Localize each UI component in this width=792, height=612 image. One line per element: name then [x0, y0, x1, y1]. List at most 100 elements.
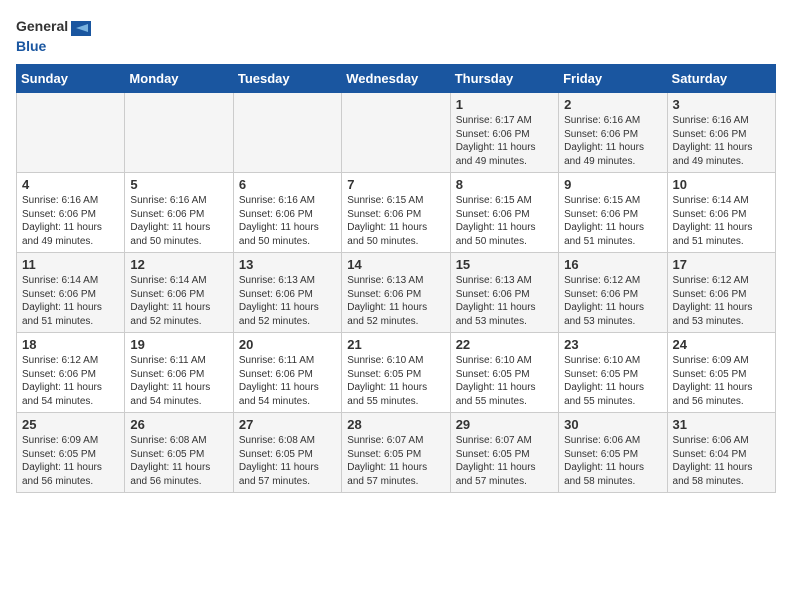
- logo-icon: General Blue: [16, 16, 96, 56]
- day-header-tuesday: Tuesday: [233, 65, 341, 93]
- day-number: 7: [347, 177, 444, 192]
- cell-info: Sunrise: 6:09 AM Sunset: 6:05 PM Dayligh…: [673, 354, 770, 408]
- day-number: 15: [456, 257, 553, 272]
- day-number: 27: [239, 417, 336, 432]
- svg-text:General: General: [16, 18, 68, 34]
- day-header-wednesday: Wednesday: [342, 65, 450, 93]
- calendar-week-2: 4 Sunrise: 6:16 AM Sunset: 6:06 PM Daylig…: [17, 173, 776, 253]
- calendar-header-row: SundayMondayTuesdayWednesdayThursdayFrid…: [17, 65, 776, 93]
- day-number: 18: [22, 337, 119, 352]
- calendar-cell: 9 Sunrise: 6:15 AM Sunset: 6:06 PM Daylig…: [559, 173, 667, 253]
- day-number: 9: [564, 177, 661, 192]
- day-number: 31: [673, 417, 770, 432]
- calendar-cell: 29 Sunrise: 6:07 AM Sunset: 6:05 PM Dayli…: [450, 413, 558, 493]
- cell-info: Sunrise: 6:11 AM Sunset: 6:06 PM Dayligh…: [239, 354, 336, 408]
- day-number: 21: [347, 337, 444, 352]
- page-header: General Blue: [16, 16, 776, 56]
- calendar-cell: 12 Sunrise: 6:14 AM Sunset: 6:06 PM Dayli…: [125, 253, 233, 333]
- calendar-cell: 20 Sunrise: 6:11 AM Sunset: 6:06 PM Dayli…: [233, 333, 341, 413]
- calendar-cell: 23 Sunrise: 6:10 AM Sunset: 6:05 PM Dayli…: [559, 333, 667, 413]
- day-number: 24: [673, 337, 770, 352]
- day-header-friday: Friday: [559, 65, 667, 93]
- day-number: 26: [130, 417, 227, 432]
- cell-info: Sunrise: 6:16 AM Sunset: 6:06 PM Dayligh…: [564, 114, 661, 168]
- cell-info: Sunrise: 6:13 AM Sunset: 6:06 PM Dayligh…: [456, 274, 553, 328]
- day-number: 12: [130, 257, 227, 272]
- calendar-cell: 27Sunrise: 6:08 AM Sunset: 6:05 PM Dayli…: [233, 413, 341, 493]
- cell-info: Sunrise: 6:07 AM Sunset: 6:05 PM Dayligh…: [456, 434, 553, 488]
- calendar-cell: 18 Sunrise: 6:12 AM Sunset: 6:06 PM Dayli…: [17, 333, 125, 413]
- calendar-cell: 10 Sunrise: 6:14 AM Sunset: 6:06 PM Dayli…: [667, 173, 775, 253]
- cell-info: Sunrise: 6:14 AM Sunset: 6:06 PM Dayligh…: [673, 194, 770, 248]
- day-number: 8: [456, 177, 553, 192]
- calendar-table: SundayMondayTuesdayWednesdayThursdayFrid…: [16, 64, 776, 493]
- cell-info: Sunrise: 6:11 AM Sunset: 6:06 PM Dayligh…: [130, 354, 227, 408]
- cell-info: Sunrise: 6:12 AM Sunset: 6:06 PM Dayligh…: [564, 274, 661, 328]
- day-header-monday: Monday: [125, 65, 233, 93]
- calendar-cell: 4 Sunrise: 6:16 AM Sunset: 6:06 PM Daylig…: [17, 173, 125, 253]
- cell-info: Sunrise: 6:15 AM Sunset: 6:06 PM Dayligh…: [347, 194, 444, 248]
- calendar-cell: 7 Sunrise: 6:15 AM Sunset: 6:06 PM Daylig…: [342, 173, 450, 253]
- calendar-cell: [233, 93, 341, 173]
- cell-info: Sunrise: 6:10 AM Sunset: 6:05 PM Dayligh…: [347, 354, 444, 408]
- cell-info: Sunrise: 6:16 AM Sunset: 6:06 PM Dayligh…: [239, 194, 336, 248]
- calendar-cell: 30Sunrise: 6:06 AM Sunset: 6:05 PM Dayli…: [559, 413, 667, 493]
- cell-info: Sunrise: 6:12 AM Sunset: 6:06 PM Dayligh…: [673, 274, 770, 328]
- day-number: 20: [239, 337, 336, 352]
- cell-info: Sunrise: 6:16 AM Sunset: 6:06 PM Dayligh…: [673, 114, 770, 168]
- day-header-saturday: Saturday: [667, 65, 775, 93]
- calendar-cell: 8 Sunrise: 6:15 AM Sunset: 6:06 PM Daylig…: [450, 173, 558, 253]
- calendar-cell: [342, 93, 450, 173]
- day-number: 25: [22, 417, 119, 432]
- day-number: 16: [564, 257, 661, 272]
- day-number: 11: [22, 257, 119, 272]
- calendar-cell: 21 Sunrise: 6:10 AM Sunset: 6:05 PM Dayli…: [342, 333, 450, 413]
- calendar-cell: 16 Sunrise: 6:12 AM Sunset: 6:06 PM Dayli…: [559, 253, 667, 333]
- calendar-cell: 6 Sunrise: 6:16 AM Sunset: 6:06 PM Daylig…: [233, 173, 341, 253]
- cell-info: Sunrise: 6:13 AM Sunset: 6:06 PM Dayligh…: [239, 274, 336, 328]
- cell-info: Sunrise: 6:13 AM Sunset: 6:06 PM Dayligh…: [347, 274, 444, 328]
- cell-info: Sunrise: 6:09 AM Sunset: 6:05 PM Dayligh…: [22, 434, 119, 488]
- cell-info: Sunrise: 6:14 AM Sunset: 6:06 PM Dayligh…: [130, 274, 227, 328]
- calendar-week-4: 18 Sunrise: 6:12 AM Sunset: 6:06 PM Dayli…: [17, 333, 776, 413]
- day-number: 19: [130, 337, 227, 352]
- calendar-cell: [125, 93, 233, 173]
- calendar-cell: 17 Sunrise: 6:12 AM Sunset: 6:06 PM Dayli…: [667, 253, 775, 333]
- day-number: 14: [347, 257, 444, 272]
- cell-info: Sunrise: 6:10 AM Sunset: 6:05 PM Dayligh…: [456, 354, 553, 408]
- svg-text:Blue: Blue: [16, 38, 47, 54]
- cell-info: Sunrise: 6:15 AM Sunset: 6:06 PM Dayligh…: [456, 194, 553, 248]
- day-number: 28: [347, 417, 444, 432]
- calendar-cell: 3 Sunrise: 6:16 AM Sunset: 6:06 PM Daylig…: [667, 93, 775, 173]
- cell-info: Sunrise: 6:06 AM Sunset: 6:04 PM Dayligh…: [673, 434, 770, 488]
- cell-info: Sunrise: 6:16 AM Sunset: 6:06 PM Dayligh…: [130, 194, 227, 248]
- calendar-cell: 28Sunrise: 6:07 AM Sunset: 6:05 PM Dayli…: [342, 413, 450, 493]
- cell-info: Sunrise: 6:12 AM Sunset: 6:06 PM Dayligh…: [22, 354, 119, 408]
- day-number: 30: [564, 417, 661, 432]
- cell-info: Sunrise: 6:14 AM Sunset: 6:06 PM Dayligh…: [22, 274, 119, 328]
- calendar-cell: 2Sunrise: 6:16 AM Sunset: 6:06 PM Daylig…: [559, 93, 667, 173]
- calendar-week-1: 1Sunrise: 6:17 AM Sunset: 6:06 PM Daylig…: [17, 93, 776, 173]
- day-number: 23: [564, 337, 661, 352]
- calendar-cell: 13Sunrise: 6:13 AM Sunset: 6:06 PM Dayli…: [233, 253, 341, 333]
- calendar-cell: 31 Sunrise: 6:06 AM Sunset: 6:04 PM Dayli…: [667, 413, 775, 493]
- calendar-cell: 24 Sunrise: 6:09 AM Sunset: 6:05 PM Dayli…: [667, 333, 775, 413]
- day-header-sunday: Sunday: [17, 65, 125, 93]
- calendar-week-5: 25 Sunrise: 6:09 AM Sunset: 6:05 PM Dayli…: [17, 413, 776, 493]
- day-number: 1: [456, 97, 553, 112]
- cell-info: Sunrise: 6:16 AM Sunset: 6:06 PM Dayligh…: [22, 194, 119, 248]
- calendar-cell: 26Sunrise: 6:08 AM Sunset: 6:05 PM Dayli…: [125, 413, 233, 493]
- day-number: 10: [673, 177, 770, 192]
- day-header-thursday: Thursday: [450, 65, 558, 93]
- day-number: 17: [673, 257, 770, 272]
- calendar-cell: 1Sunrise: 6:17 AM Sunset: 6:06 PM Daylig…: [450, 93, 558, 173]
- cell-info: Sunrise: 6:15 AM Sunset: 6:06 PM Dayligh…: [564, 194, 661, 248]
- day-number: 6: [239, 177, 336, 192]
- day-number: 29: [456, 417, 553, 432]
- day-number: 3: [673, 97, 770, 112]
- day-number: 4: [22, 177, 119, 192]
- calendar-cell: 22Sunrise: 6:10 AM Sunset: 6:05 PM Dayli…: [450, 333, 558, 413]
- calendar-cell: 25 Sunrise: 6:09 AM Sunset: 6:05 PM Dayli…: [17, 413, 125, 493]
- cell-info: Sunrise: 6:10 AM Sunset: 6:05 PM Dayligh…: [564, 354, 661, 408]
- calendar-cell: 11 Sunrise: 6:14 AM Sunset: 6:06 PM Dayli…: [17, 253, 125, 333]
